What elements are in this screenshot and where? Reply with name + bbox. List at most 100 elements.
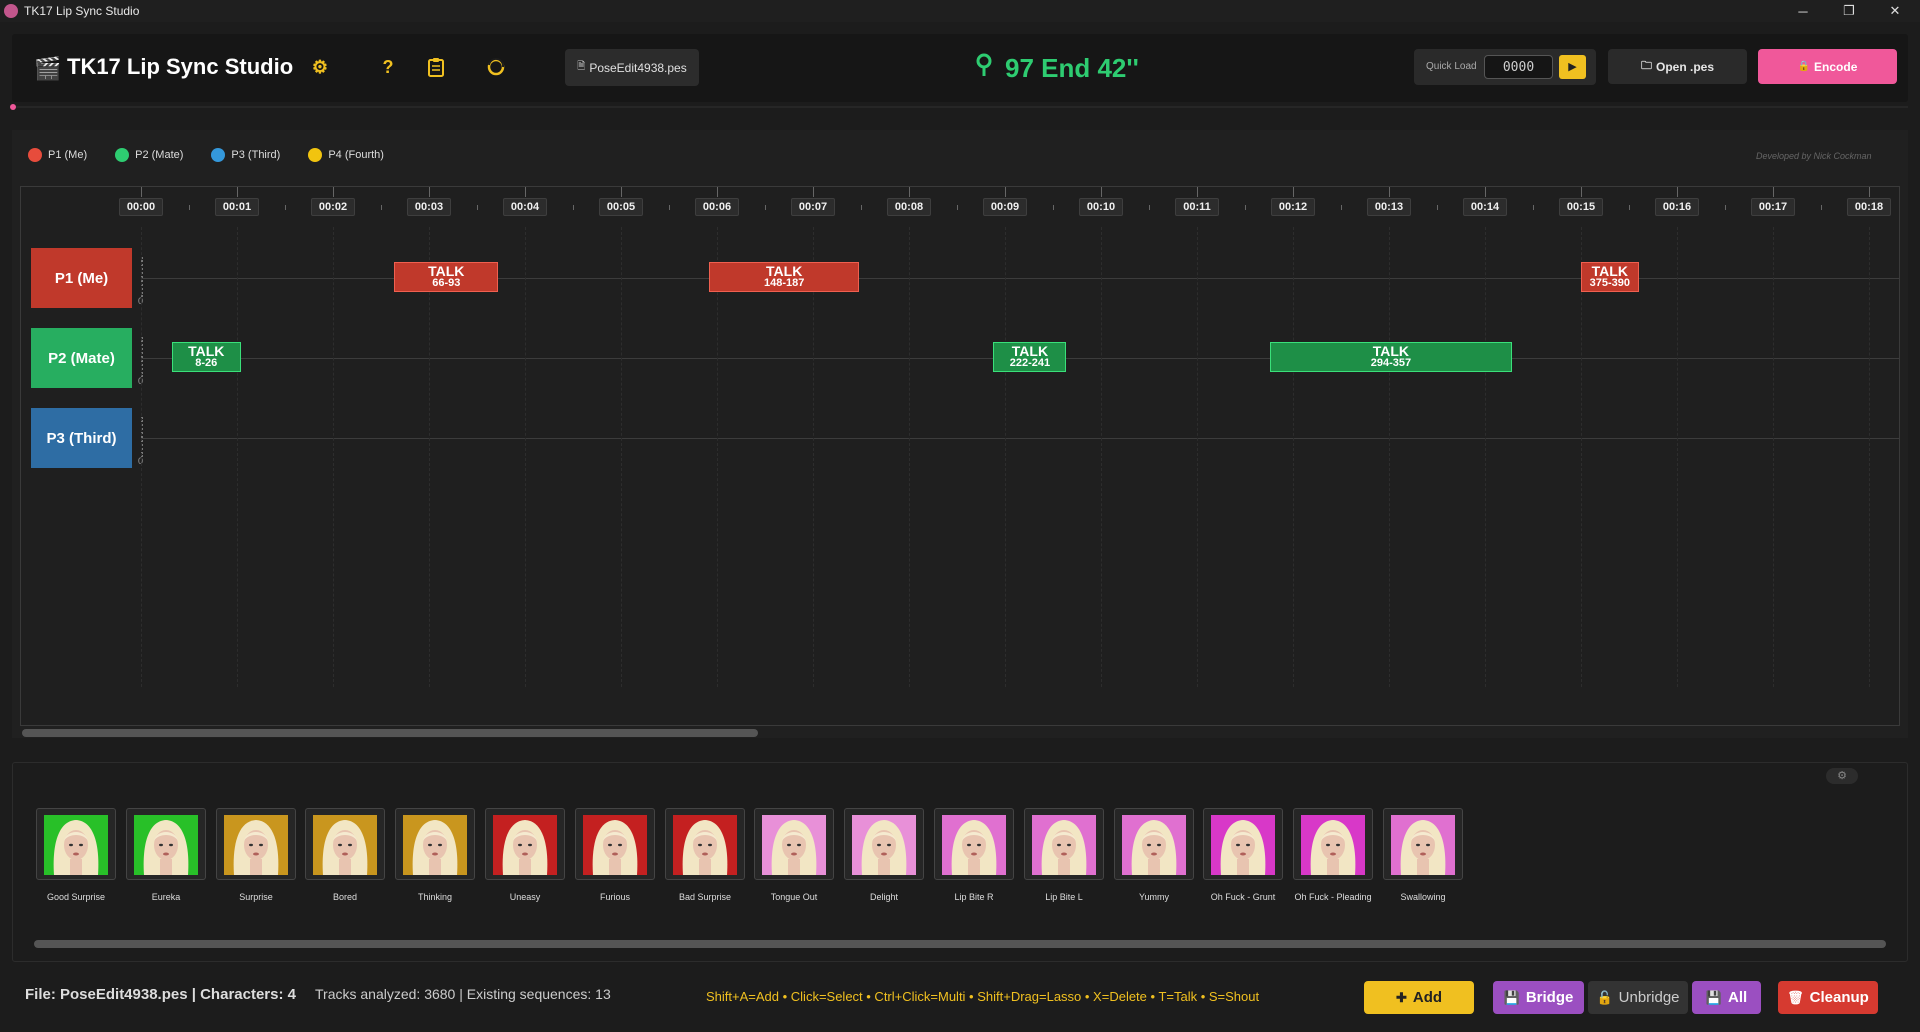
expression-tile[interactable] [216,808,296,880]
clipboard-icon[interactable] [424,55,448,79]
file-name-button[interactable]: 🗎 PoseEdit4938.pes [565,49,699,86]
expression-face-image [1122,815,1186,875]
quick-load-label: Quick Load [1426,61,1477,72]
clip-range: 8-26 [195,357,218,369]
ruler-label: 00:04 [503,198,547,216]
talk-clip[interactable]: TALK 8-26 [171,342,241,372]
ruler-label: 00:15 [1559,198,1603,216]
quick-load-input[interactable] [1484,55,1553,79]
expression-face-image [403,815,467,875]
track-label-p2[interactable]: P2 (Mate) [31,328,132,388]
expression-tile[interactable] [485,808,565,880]
save-icon: 💾 [1503,989,1520,1005]
ruler-label: 00:00 [119,198,163,216]
legend-dot [115,148,130,162]
expression-tile[interactable] [126,808,206,880]
ruler-label: 00:02 [311,198,355,216]
expression-label: Oh Fuck - Grunt [1210,892,1276,902]
restore-button[interactable]: ❐ [1826,0,1872,22]
expression-tile[interactable] [1383,808,1463,880]
ruler-tick [525,187,526,197]
file-name-label: PoseEdit4938.pes [589,60,687,75]
all-button[interactable]: 💾 All [1692,981,1761,1014]
track-label-p1[interactable]: P1 (Me) [31,248,132,308]
ruler-label: 00:06 [695,198,739,216]
expression-face-image [1391,815,1455,875]
talk-clip[interactable]: TALK 294-357 [1269,342,1512,372]
expression-tile[interactable] [395,808,475,880]
expression-tile[interactable] [1293,808,1373,880]
ruler-tick [1197,187,1198,197]
grid-line [717,227,718,687]
legend-item-p2: P2 (Mate) [115,148,183,162]
expression-label: Swallowing [1400,892,1446,902]
expression-tile[interactable] [844,808,924,880]
ruler-tick [333,187,334,197]
ruler-tick [717,187,718,197]
close-button[interactable]: ✕ [1872,0,1918,22]
expression-tile[interactable] [575,808,655,880]
refresh-icon[interactable] [484,55,508,79]
expression-label: Bad Surprise [678,892,732,902]
unbridge-button[interactable]: 🔓 Unbridge [1588,981,1688,1014]
quick-load-go-button[interactable]: ▶ [1559,55,1586,79]
ruler-label: 00:17 [1751,198,1795,216]
add-button[interactable]: ✚ Add [1364,981,1474,1014]
ruler-tick [813,187,814,197]
lock-icon: 🔒 [1797,61,1811,72]
ruler-minor-tick [957,205,958,210]
expressions-scrollbar[interactable] [34,940,1886,948]
app-header: 🎬 TK17 Lip Sync Studio ⚙ ? 🗎 PoseEdit493… [12,34,1908,102]
settings-icon[interactable]: ⚙ [308,55,332,79]
talk-clip[interactable]: TALK 375-390 [1581,262,1639,292]
expression-face-image [493,815,557,875]
expression-tile[interactable] [665,808,745,880]
track-label-p3[interactable]: P3 (Third) [31,408,132,468]
expression-tile[interactable] [305,808,385,880]
talk-clip[interactable]: TALK 148-187 [709,262,860,292]
grid-line [1389,227,1390,687]
expression-face-image [942,815,1006,875]
help-icon[interactable]: ? [376,55,400,79]
expression-label: Yummy [1138,892,1169,902]
talk-clip[interactable]: TALK 222-241 [993,342,1067,372]
grid-line [525,227,526,687]
expression-tile[interactable] [1203,808,1283,880]
expression-face-image [1211,815,1275,875]
expression-face-image [44,815,108,875]
timeline-canvas[interactable]: P1 (Me) P2 (Mate) P3 (Third) 0 0 0 00:00… [20,186,1900,726]
open-pes-label: Open .pes [1655,59,1714,74]
expressions-settings-icon[interactable]: ⚙ [1826,768,1858,784]
expression-tile[interactable] [1024,808,1104,880]
header-progress-dot [10,104,16,110]
expression-tile[interactable] [934,808,1014,880]
ruler-label: 00:05 [599,198,643,216]
ruler-label: 00:12 [1271,198,1315,216]
bridge-label: Bridge [1525,989,1574,1006]
open-pes-button[interactable]: 🗀 Open .pes [1608,49,1747,84]
expression-label: Eureka [151,892,181,902]
expression-label: Good Surprise [46,892,106,902]
expression-tile[interactable] [36,808,116,880]
grid-line [1773,227,1774,687]
ruler-label: 00:10 [1079,198,1123,216]
expression-face-image [673,815,737,875]
bridge-button[interactable]: 💾 Bridge [1493,981,1584,1014]
ruler-tick [1389,187,1390,197]
cleanup-button[interactable]: 🗑 Cleanup [1778,981,1878,1014]
cleanup-label: Cleanup [1809,989,1869,1006]
encode-button[interactable]: 🔒 Encode [1758,49,1897,84]
talk-clip[interactable]: TALK 66-93 [394,262,499,292]
timeline-scrollbar[interactable] [22,729,758,737]
expression-tile[interactable] [1114,808,1194,880]
clapperboard-icon: 🎬 [34,56,62,81]
pose-status-text: 97 End 42'' [1005,52,1139,83]
expression-tile[interactable] [754,808,834,880]
expression-label: Surprise [239,892,273,902]
ruler-tick [909,187,910,197]
minimize-button[interactable]: ─ [1780,0,1826,22]
expression-face-image [1301,815,1365,875]
expression-label: Bored [332,892,358,902]
ruler-minor-tick [1725,205,1726,210]
window-title: TK17 Lip Sync Studio [24,4,140,18]
